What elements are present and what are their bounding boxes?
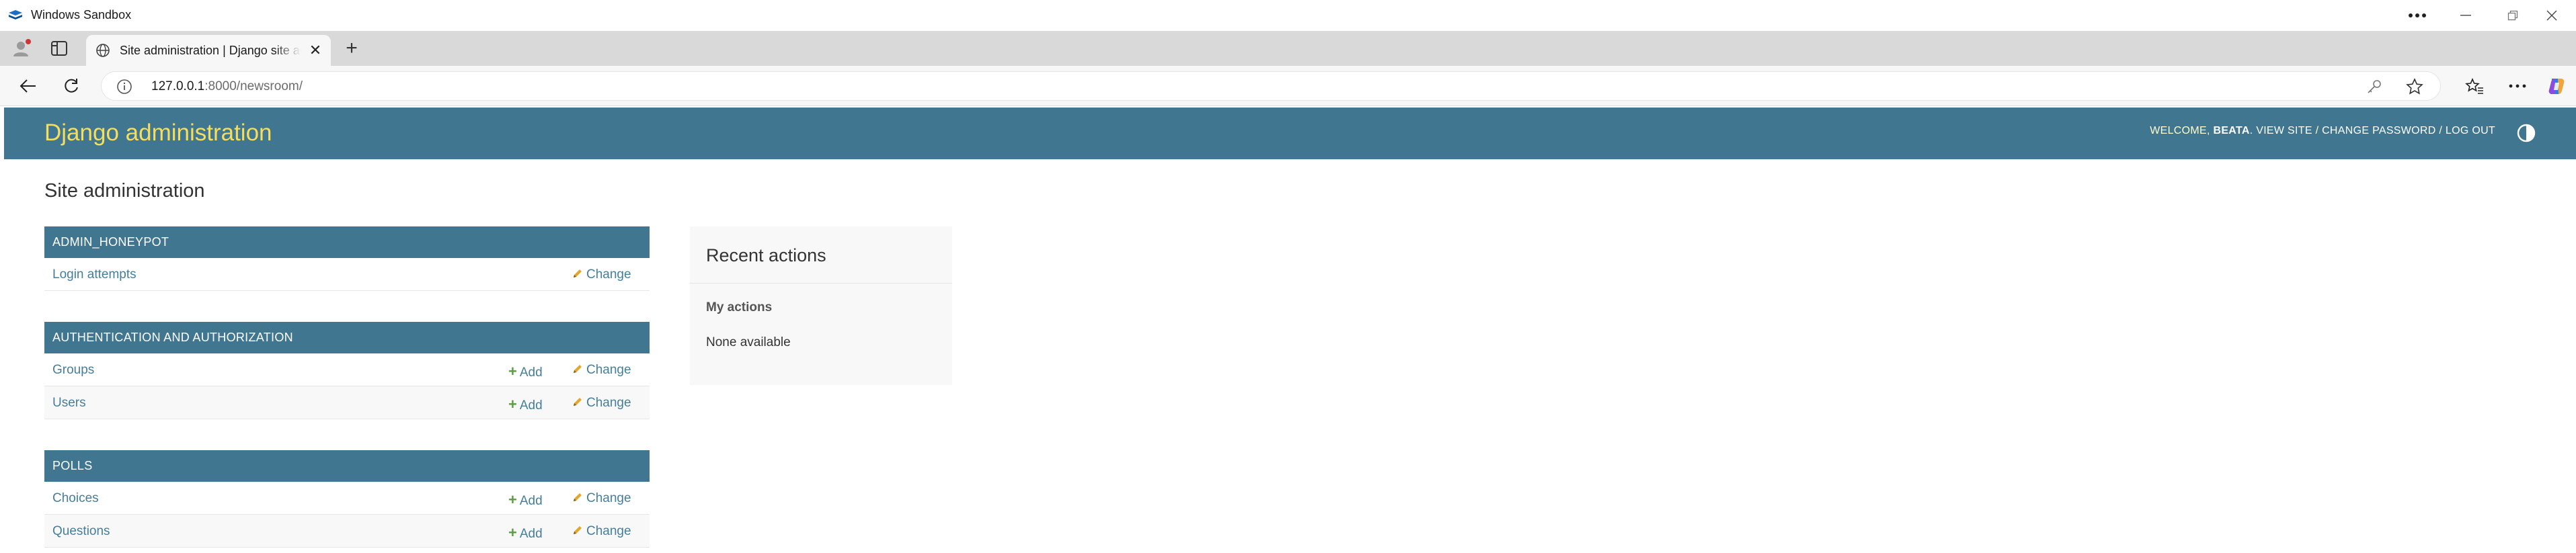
favorite-star-icon[interactable] xyxy=(2405,77,2424,96)
recent-actions-title: Recent actions xyxy=(706,245,826,265)
model-link-groups[interactable]: Groups xyxy=(52,363,94,378)
separator: / xyxy=(2315,125,2319,136)
pencil-icon xyxy=(574,398,582,406)
change-label: Change xyxy=(586,267,631,282)
browser-toolbar: 127.0.0.1:8000/newsroom/ xyxy=(0,66,2576,106)
theme-toggle-icon[interactable] xyxy=(2515,122,2537,144)
model-row: Questions + Add Change xyxy=(44,515,650,548)
model-row: Choices + Add Change xyxy=(44,482,650,515)
change-password-link[interactable]: CHANGE PASSWORD xyxy=(2322,125,2436,136)
user-tools: WELCOME, BEATA. VIEW SITE / CHANGE PASSW… xyxy=(2150,125,2495,136)
change-label: Change xyxy=(586,363,631,377)
model-link-choices[interactable]: Choices xyxy=(52,491,99,506)
favorites-icon[interactable] xyxy=(2462,74,2487,98)
profile-avatar-icon[interactable] xyxy=(11,38,32,59)
username: BEATA xyxy=(2213,125,2250,136)
vertical-tabs-icon[interactable] xyxy=(50,39,70,58)
pencil-icon xyxy=(574,493,582,501)
add-link[interactable]: + Add xyxy=(508,396,543,413)
pencil-icon xyxy=(574,269,582,278)
module-caption[interactable]: POLLS xyxy=(44,450,650,482)
add-label: Add xyxy=(519,398,543,413)
model-link-questions[interactable]: Questions xyxy=(52,524,110,539)
no-actions-text: None available xyxy=(706,335,791,349)
model-link-login-attempts[interactable]: Login attempts xyxy=(52,267,136,282)
change-link[interactable]: Change xyxy=(572,267,631,282)
new-tab-button[interactable]: + xyxy=(340,38,363,60)
module-polls: POLLS Choices + Add Change Questions + Add… xyxy=(44,450,650,548)
log-out-link[interactable]: LOG OUT xyxy=(2446,125,2495,136)
change-label: Change xyxy=(586,396,631,410)
url-host: 127.0.0.1 xyxy=(151,79,205,93)
model-row: Login attempts Change xyxy=(44,258,650,291)
add-link[interactable]: + Add xyxy=(508,363,543,380)
tab-close-icon[interactable]: ✕ xyxy=(307,42,324,59)
change-link[interactable]: Change xyxy=(572,491,631,506)
module-admin-honeypot: ADMIN_HONEYPOT Login attempts Change xyxy=(44,226,650,291)
more-horizontal-icon[interactable] xyxy=(2394,0,2441,31)
django-header: Django administration WELCOME, BEATA. VI… xyxy=(4,108,2576,159)
url-path: :8000/newsroom/ xyxy=(204,79,303,93)
site-info-icon[interactable] xyxy=(116,79,132,95)
model-link-users[interactable]: Users xyxy=(52,396,86,411)
view-site-link[interactable]: VIEW SITE xyxy=(2256,125,2312,136)
settings-more-icon[interactable] xyxy=(2505,74,2530,98)
change-link[interactable]: Change xyxy=(572,363,631,378)
password-key-icon[interactable] xyxy=(2366,79,2382,95)
plus-icon: + xyxy=(508,524,517,541)
divider xyxy=(690,283,952,284)
site-branding[interactable]: Django administration xyxy=(44,120,272,146)
page-title: Site administration xyxy=(44,180,205,202)
separator: / xyxy=(2439,125,2443,136)
module-caption[interactable]: AUTHENTICATION AND AUTHORIZATION xyxy=(44,322,650,353)
pencil-icon xyxy=(574,526,582,534)
change-label: Change xyxy=(586,491,631,505)
recent-actions-panel: Recent actions My actions None available xyxy=(690,226,952,385)
tab-title: Site administration | Django site admin xyxy=(120,44,301,57)
change-label: Change xyxy=(586,524,631,538)
globe-icon xyxy=(96,44,110,57)
change-link[interactable]: Change xyxy=(572,396,631,411)
minimize-icon[interactable] xyxy=(2442,0,2489,31)
close-icon[interactable] xyxy=(2528,0,2575,31)
pencil-icon xyxy=(574,365,582,373)
address-bar[interactable]: 127.0.0.1:8000/newsroom/ xyxy=(101,71,2441,101)
back-icon[interactable] xyxy=(16,74,40,98)
plus-icon: + xyxy=(508,491,517,508)
tab-site-administration[interactable]: Site administration | Django site admin … xyxy=(86,35,331,66)
windows-sandbox-icon xyxy=(9,10,22,19)
add-label: Add xyxy=(519,494,543,508)
browser-tab-strip: Site administration | Django site admin … xyxy=(0,31,2576,66)
add-link[interactable]: + Add xyxy=(508,524,543,542)
my-actions-heading: My actions xyxy=(706,300,773,314)
module-caption[interactable]: ADMIN_HONEYPOT xyxy=(44,226,650,258)
copilot-icon[interactable] xyxy=(2544,74,2569,98)
model-row: Users + Add Change xyxy=(44,386,650,419)
address-url[interactable]: 127.0.0.1:8000/newsroom/ xyxy=(151,79,303,94)
window-title: Windows Sandbox xyxy=(31,8,132,22)
refresh-icon[interactable] xyxy=(59,74,83,98)
module-authentication-and-authorization: AUTHENTICATION AND AUTHORIZATION Groups … xyxy=(44,322,650,419)
plus-icon: + xyxy=(508,396,517,413)
plus-icon: + xyxy=(508,363,517,380)
add-link[interactable]: + Add xyxy=(508,491,543,509)
welcome-text: WELCOME, xyxy=(2150,125,2210,136)
window-title-bar: Windows Sandbox xyxy=(0,0,2576,31)
change-link[interactable]: Change xyxy=(572,524,631,539)
add-label: Add xyxy=(519,527,543,541)
add-label: Add xyxy=(519,366,543,380)
model-row: Groups + Add Change xyxy=(44,353,650,386)
